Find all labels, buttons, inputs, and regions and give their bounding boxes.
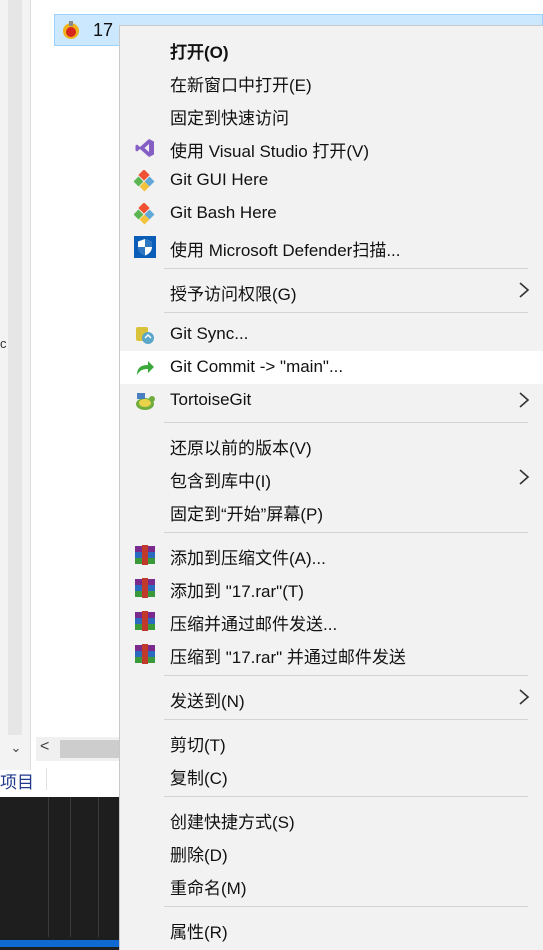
folder-app-icon [63,21,79,39]
menu-item-copy[interactable]: 复制(C) [120,758,543,791]
winrar-icon [135,578,155,598]
menu-item-label: 打开(O) [170,43,229,62]
menu-item-label: 还原以前的版本(V) [170,439,312,458]
status-bar-item-count: 项目 [0,773,34,792]
chevron-right-icon [519,282,530,298]
menu-item-label: 属性(R) [170,923,228,942]
menu-item-pin-start[interactable]: 固定到“开始”屏幕(P) [120,494,543,527]
menu-item-label: TortoiseGit [170,390,252,409]
menu-item-pin-quick-access[interactable]: 固定到快速访问 [120,98,543,131]
background-dark-window [0,797,120,950]
menu-separator [164,312,528,313]
winrar-icon [135,611,155,631]
menu-item-label: 固定到快速访问 [170,109,289,128]
menu-item-defender-scan[interactable]: 使用 Microsoft Defender扫描... [120,230,543,263]
menu-item-restore-previous[interactable]: 还原以前的版本(V) [120,428,543,461]
chevron-right-icon [519,469,530,485]
menu-item-delete[interactable]: 删除(D) [120,835,543,868]
menu-item-label: 固定到“开始”屏幕(P) [170,505,323,524]
menu-item-add-to-rar[interactable]: 添加到 "17.rar"(T) [120,571,543,604]
menu-item-label: Git GUI Here [170,170,269,189]
tortoisegit-icon [136,393,155,410]
menu-separator [164,532,528,533]
menu-item-cut[interactable]: 剪切(T) [120,725,543,758]
menu-separator [164,796,528,797]
visual-studio-icon [135,139,154,157]
winrar-icon [135,545,155,565]
menu-item-compress-email[interactable]: 压缩并通过邮件发送... [120,604,543,637]
menu-item-label: 删除(D) [170,846,228,865]
menu-item-open[interactable]: 打开(O) [120,32,543,65]
menu-separator [164,719,528,720]
chevron-right-icon [519,689,530,705]
menu-item-open-visual-studio[interactable]: 使用 Visual Studio 打开(V) [120,131,543,164]
scroll-down-arrow[interactable]: ⌄ [8,738,24,758]
menu-item-add-archive[interactable]: 添加到压缩文件(A)... [120,538,543,571]
navigation-pane-text: c [0,336,7,351]
menu-item-label: Git Commit -> "main"... [170,357,344,376]
menu-item-label: Git Bash Here [170,203,277,222]
menu-separator [164,675,528,676]
menu-item-compress-rar-email[interactable]: 压缩到 "17.rar" 并通过邮件发送 [120,637,543,670]
menu-item-label: 使用 Microsoft Defender扫描... [170,241,401,260]
scroll-left-arrow[interactable]: < [40,738,49,756]
dark-window-divider [70,797,71,937]
menu-item-label: 发送到(N) [170,692,245,711]
menu-item-label: 剪切(T) [170,736,226,755]
dark-window-divider [48,797,49,937]
chevron-right-icon [519,392,530,408]
menu-item-label: 压缩到 "17.rar" 并通过邮件发送 [170,648,406,667]
menu-item-send-to[interactable]: 发送到(N) [120,681,543,714]
menu-separator [164,906,528,907]
menu-item-label: 使用 Visual Studio 打开(V) [170,142,370,161]
scrollbar-thumb[interactable] [60,740,126,758]
dark-window-divider [98,797,99,937]
menu-item-properties[interactable]: 属性(R) [120,912,543,945]
menu-item-label: 压缩并通过邮件发送... [170,615,338,634]
menu-item-create-shortcut[interactable]: 创建快捷方式(S) [120,802,543,835]
menu-item-label: 在新窗口中打开(E) [170,76,312,95]
menu-item-label: 创建快捷方式(S) [170,813,295,832]
menu-item-git-gui[interactable]: Git GUI Here [120,164,543,197]
defender-shield-icon [134,236,156,258]
menu-separator [164,422,528,423]
file-name: 17 [93,20,114,40]
menu-item-label: 添加到 "17.rar"(T) [170,582,304,601]
menu-item-label: 授予访问权限(G) [170,285,297,304]
git-commit-icon [137,361,154,375]
winrar-icon [135,644,155,664]
menu-item-git-commit[interactable]: Git Commit -> "main"... [120,351,543,384]
menu-item-label: Git Sync... [170,324,249,343]
git-gui-icon [134,170,155,192]
menu-item-label: 添加到压缩文件(A)... [170,549,326,568]
menu-item-include-library[interactable]: 包含到库中(I) [120,461,543,494]
horizontal-scrollbar[interactable]: < [36,737,126,761]
menu-item-open-new-window[interactable]: 在新窗口中打开(E) [120,65,543,98]
menu-item-tortoisegit[interactable]: TortoiseGit [120,384,543,417]
context-menu: 打开(O) 在新窗口中打开(E) 固定到快速访问 使用 Visual Studi… [119,25,543,950]
taskbar-indicator [0,937,120,950]
navigation-pane-scrollbar[interactable] [8,0,22,735]
menu-item-git-bash[interactable]: Git Bash Here [120,197,543,230]
pane-divider [30,0,31,770]
menu-separator [164,268,528,269]
git-sync-icon [136,327,154,344]
status-separator [46,768,47,790]
menu-item-label: 重命名(M) [170,879,247,898]
git-bash-icon [134,203,155,225]
menu-item-git-sync[interactable]: Git Sync... [120,318,543,351]
menu-item-grant-access[interactable]: 授予访问权限(G) [120,274,543,307]
menu-item-label: 复制(C) [170,769,228,788]
menu-item-rename[interactable]: 重命名(M) [120,868,543,901]
menu-item-label: 包含到库中(I) [170,472,272,491]
